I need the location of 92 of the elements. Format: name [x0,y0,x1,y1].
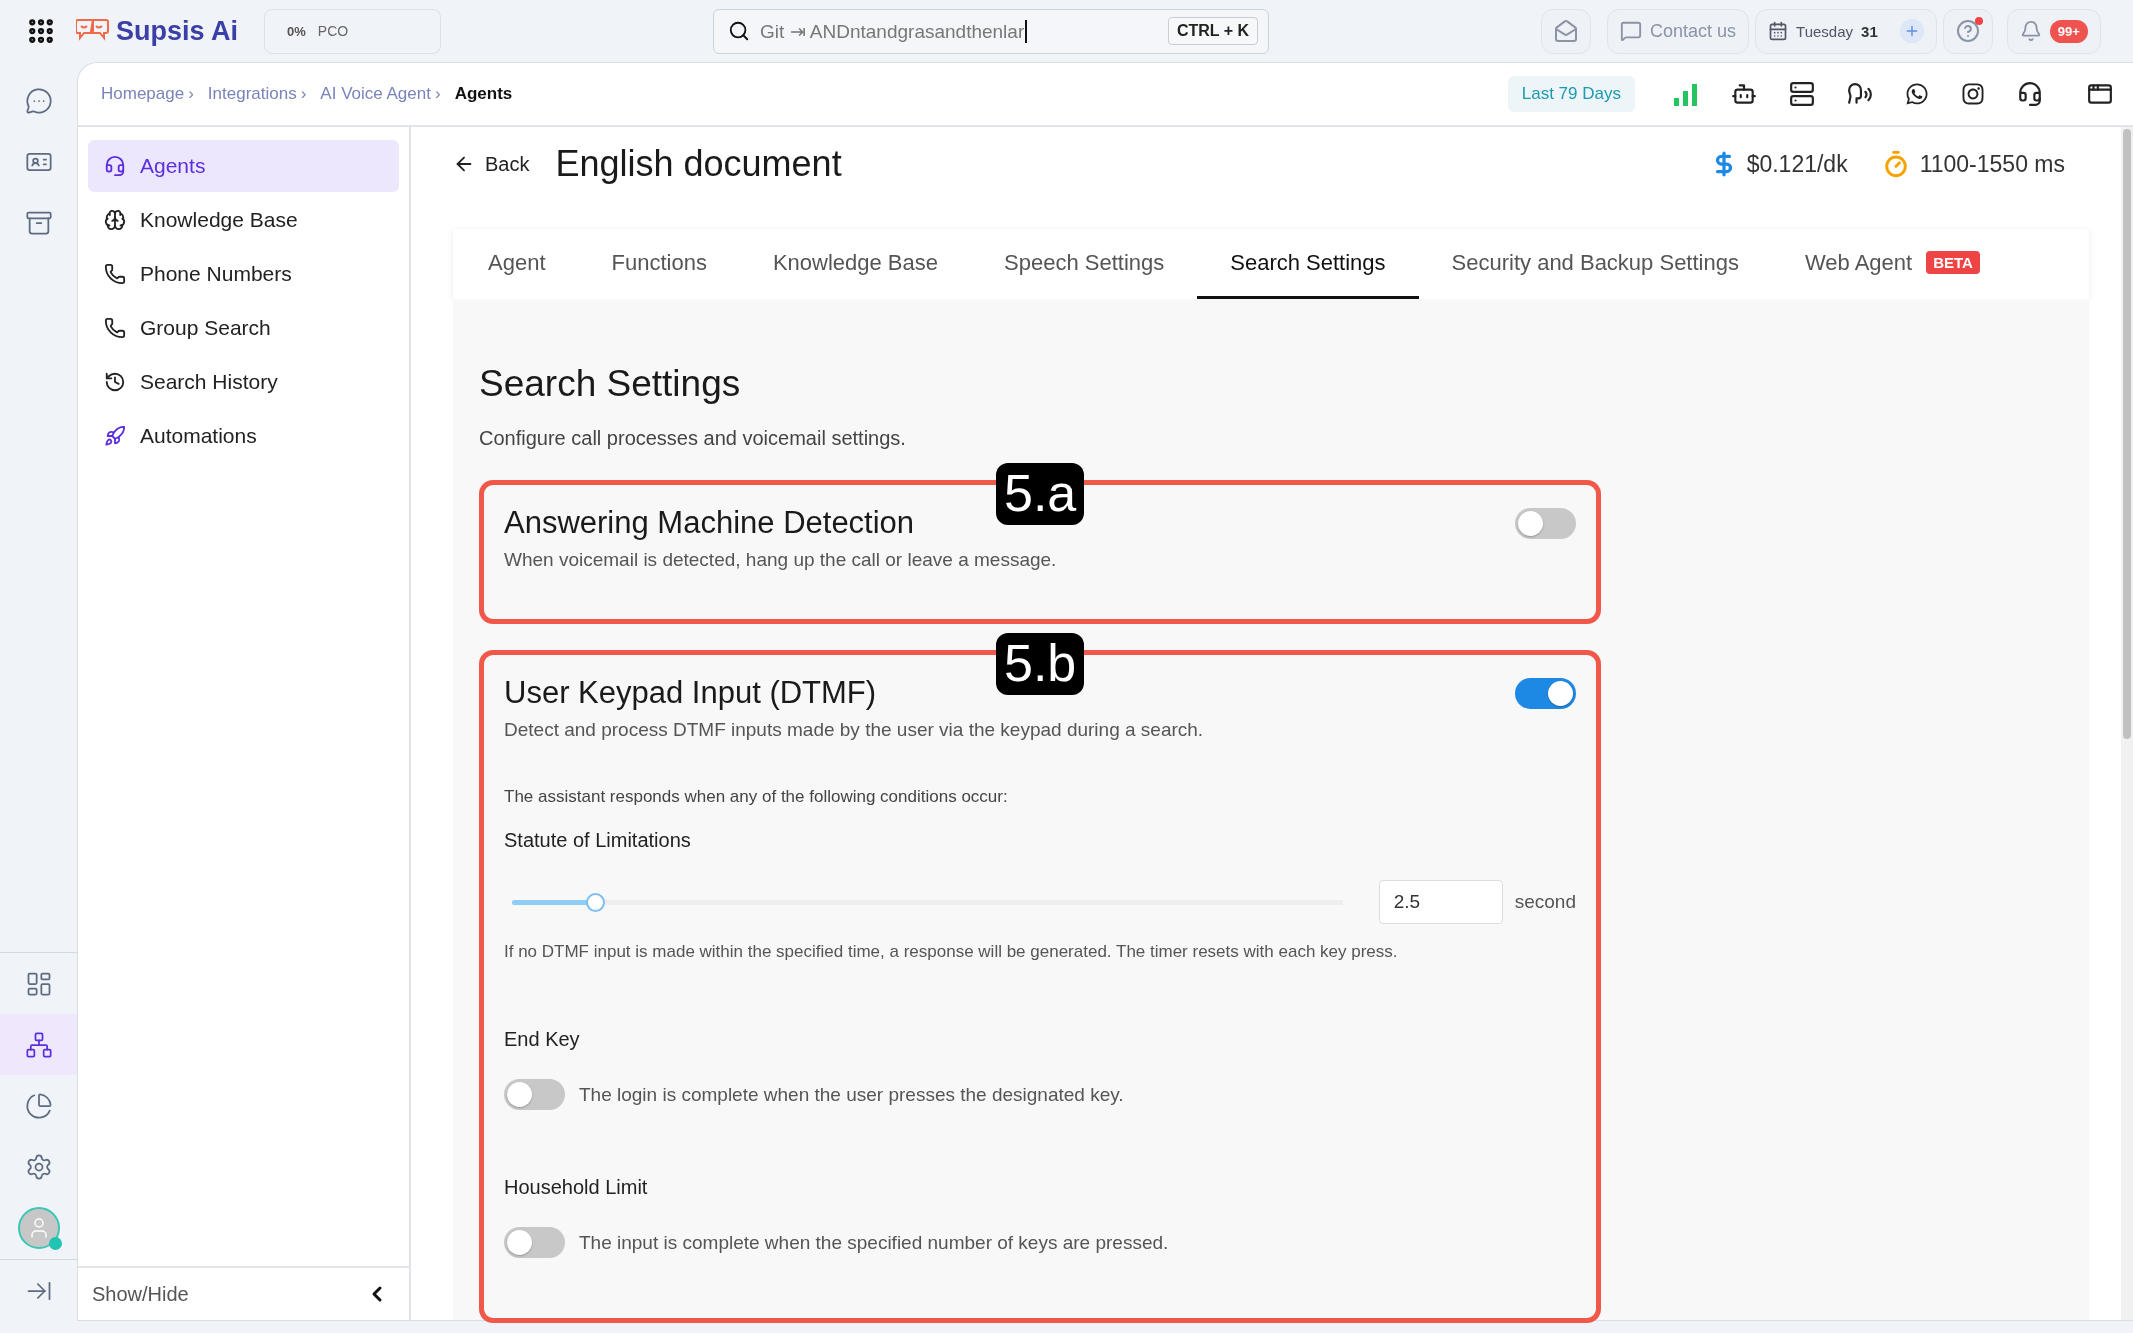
sidebar-item[interactable]: Group Search [88,302,399,354]
show-hide-label: Show/Hide [92,1282,189,1306]
window-icon [2087,81,2113,107]
tab[interactable]: Functions [578,229,740,299]
whatsapp-button[interactable] [1905,82,1929,106]
slider-thumb[interactable] [586,892,606,912]
setting-description: The login is complete when the user presses the designated key. [579,1083,1124,1106]
unit-label: second [1514,891,1576,913]
phone-icon [104,263,126,285]
headset-icon [2017,81,2043,107]
voice-button[interactable] [1847,81,1873,107]
notification-badge: 99+ [2049,19,2088,43]
tab[interactable]: Web Agent BETA [1771,229,2013,299]
toggle-switch[interactable] [1515,677,1576,709]
bot-button[interactable] [1731,81,1757,107]
window-button[interactable] [2087,81,2113,107]
section-subtitle: Configure call processes and voicemail settings. [479,427,907,450]
add-icon [1899,19,1924,43]
progress-label: PCO [317,23,349,39]
sidebar-item[interactable]: Knowledge Base [88,194,399,246]
sidebar-item[interactable]: Search History [88,356,399,408]
card-title: User Keypad Input (DTMF) [504,675,877,711]
sidebar-item[interactable]: Automations [88,410,399,462]
tab[interactable]: Speech Settings [971,229,1198,299]
hierarchy-icon [24,1030,53,1059]
sidebar-item[interactable]: Phone Numbers [88,248,399,300]
card-description: Detect and process DTMF inputs made by the user via the keypad during a search. [504,719,1205,741]
conditions-note: The assistant responds when any of the following conditions occur: [504,787,1009,807]
price-text: $0.121/dk [1746,150,1848,178]
search-text: Git ⇥ ANDntandgrasandthenlar [760,19,1028,43]
calendar-icon [1768,21,1789,41]
bot-icon [1731,81,1757,107]
logo-text: Supsis Ai [116,15,239,47]
search-field[interactable]: Git ⇥ ANDntandgrasandthenlar CTRL + K [713,8,1270,54]
setting-label: Statute of Limitations [504,829,692,852]
breadcrumb-separator: › [300,84,307,104]
setting-help: If no DTMF input is made within the specified time, a response will be generated. The timer resets with each key press. [504,942,1399,962]
pie-chart-icon [24,1091,53,1120]
server-icon [1789,81,1815,107]
back-button[interactable]: Back [453,152,530,176]
support-button[interactable] [2017,81,2043,107]
section-title: Search Settings [479,363,742,405]
instagram-button[interactable] [1961,82,1985,106]
mail-icon [1554,19,1579,43]
help-button[interactable] [1942,8,1993,54]
apps-grid-icon[interactable] [26,16,56,46]
breadcrumb-link[interactable]: AI Voice Agent [320,84,431,104]
help-icon [1955,19,1980,43]
stats-button[interactable] [1673,82,1699,106]
breadcrumb-link[interactable]: Integrations [207,84,297,104]
card-description: When voicemail is detected, hang up the call or leave a message. [504,549,1058,571]
tab[interactable]: Security and Backup Settings [1418,229,1772,299]
phone-icon [104,317,126,339]
history-icon [104,371,126,393]
bell-icon [2019,20,2042,42]
chat-icon [1620,20,1643,42]
whatsapp-icon [1905,82,1929,106]
rail-button[interactable] [0,1014,77,1075]
latency-text: 1100-1550 ms [1919,150,2065,178]
rocket-icon [104,425,126,447]
shortcut-key: CTRL + K [1167,17,1259,45]
step-marker: 5.b [996,633,1085,695]
breadcrumb-separator: › [434,84,441,104]
progress-percent: 0% [287,23,306,39]
breadcrumb-link[interactable]: Homepage [101,84,185,104]
seconds-input[interactable]: 2.5 [1378,880,1503,924]
card-title: Answering Machine Detection [504,505,915,541]
search-icon [728,20,751,42]
instagram-icon [1961,82,1985,106]
step-marker: 5.a [996,463,1085,525]
tab[interactable]: Agent [455,229,579,299]
toggle-switch[interactable] [504,1079,565,1110]
sidebar-item[interactable]: Agents [88,140,399,192]
page-title: English document [555,143,842,185]
headset-icon [104,155,126,177]
day-number: 31 [1861,22,1878,40]
setting-description: The input is complete when the specified number of keys are pressed. [579,1231,1169,1254]
toggle-switch[interactable] [504,1227,565,1258]
breadcrumb-separator: › [188,84,194,104]
scrollbar[interactable] [2121,127,2133,1320]
beta-badge: BETA [1926,251,1980,274]
setting-label: Household Limit [504,1176,649,1199]
list-button[interactable] [1789,81,1815,107]
mail-button[interactable] [1541,8,1592,54]
setting-label: End Key [504,1028,581,1051]
toggle-switch[interactable] [1515,507,1576,539]
speaking-person-icon [1847,81,1873,107]
breadcrumb-link[interactable]: Agents [454,84,513,104]
day-label: Tuesday [1796,22,1854,40]
tab[interactable]: Knowledge Base [739,229,971,299]
chat-icon [24,86,53,115]
date-button[interactable]: Tuesday 31 [1755,8,1937,54]
